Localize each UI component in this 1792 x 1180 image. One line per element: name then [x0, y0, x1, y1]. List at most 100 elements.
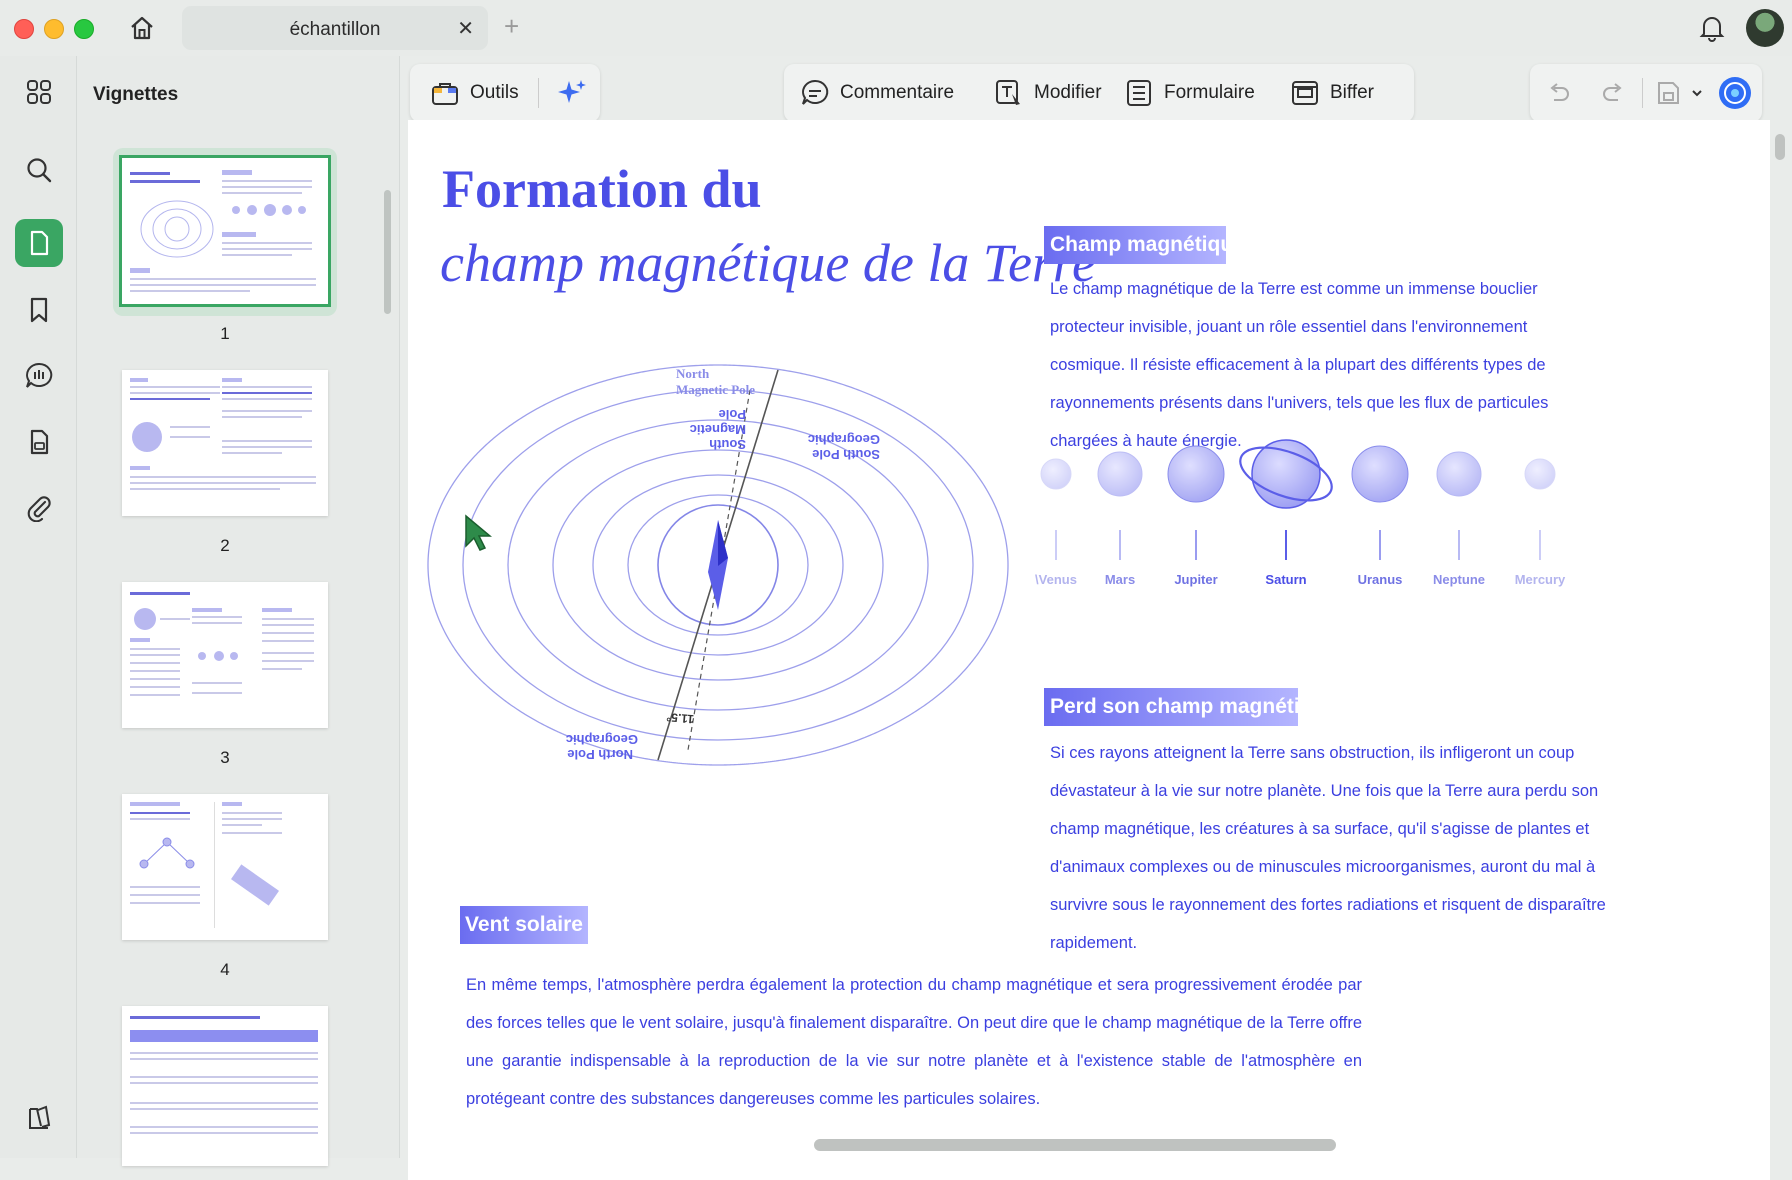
- sparkle-icon: [558, 80, 586, 103]
- thumbnails-title: Vignettes: [93, 84, 179, 105]
- tab-title: échantillon: [289, 19, 381, 40]
- paperclip-icon: [27, 496, 51, 522]
- rail-attachments-page-button[interactable]: [15, 418, 63, 466]
- section-paragraph-champ-magnetique: Le champ magnétique de la Terre est comm…: [1050, 280, 1549, 450]
- notifications-button[interactable]: [1694, 10, 1730, 46]
- minimize-window-button[interactable]: [44, 19, 64, 39]
- document-horizontal-scrollbar[interactable]: [814, 1139, 1336, 1151]
- diagram-label-magnetic: Magnetic: [690, 422, 746, 437]
- diagram-label-geographic-bottom: Geographic: [566, 732, 638, 747]
- section-heading-champ-magnetique: Champ magnétique: [1044, 226, 1226, 264]
- grid-icon: [27, 80, 51, 104]
- rail-thumbnails-button[interactable]: [15, 219, 63, 267]
- planet-tick: [1458, 530, 1460, 560]
- redact-icon: [1292, 81, 1318, 105]
- diagram-label-north: North: [676, 366, 710, 381]
- planets-illustration: [1040, 439, 1556, 509]
- editing-toolbar-group: Commentaire Modifier Formulaire Biffer: [784, 64, 1414, 122]
- thumbnail-image: [122, 582, 328, 728]
- thumbnail-image: [119, 155, 331, 307]
- biffer-button[interactable]: Biffer: [1290, 64, 1374, 122]
- home-button[interactable]: [122, 10, 162, 46]
- planet-label-neptune: Neptune: [1433, 572, 1485, 587]
- redo-icon: [1603, 83, 1622, 101]
- new-tab-button[interactable]: +: [504, 12, 519, 40]
- planet-label-mars: Mars: [1104, 572, 1136, 587]
- thumbnail-image: [122, 370, 328, 516]
- mouse-cursor-icon: [465, 514, 492, 551]
- toolbox-icon: [432, 83, 458, 105]
- section-heading-perd-champ: Perd son champ magnétiqu: [1044, 688, 1298, 726]
- document-page[interactable]: Formation du champ magnétique de la Terr…: [408, 120, 1770, 1180]
- document-vertical-scrollbar[interactable]: [1775, 134, 1785, 160]
- ai-assistant-badge-button[interactable]: [1718, 64, 1752, 122]
- diagram-label-pole: Pole: [719, 407, 746, 422]
- planet-label-mercury: Mercury: [1514, 572, 1566, 587]
- document-title-line1: Formation du: [442, 159, 762, 219]
- close-window-button[interactable]: [14, 19, 34, 39]
- thumbnail-page-1[interactable]: 1: [119, 155, 331, 344]
- save-icon: [1658, 82, 1679, 104]
- thumbnail-page-2[interactable]: 2: [122, 370, 328, 556]
- thumbnail-page-5[interactable]: [122, 1006, 328, 1166]
- comment-icon: [802, 79, 829, 105]
- search-icon: [27, 158, 52, 183]
- diagram-label-south-pole: South Pole: [812, 447, 880, 462]
- tab-close-icon[interactable]: ✕: [457, 16, 474, 41]
- planet-tick: [1195, 530, 1197, 560]
- thumbnail-page-4[interactable]: 4: [122, 794, 328, 980]
- thumbnail-page-3[interactable]: 3: [122, 582, 328, 768]
- form-icon: [1127, 80, 1151, 106]
- thumbnail-page-number: 3: [220, 748, 230, 767]
- rail-bottom-button[interactable]: [15, 1094, 63, 1142]
- rail-comments-button[interactable]: [15, 352, 63, 400]
- rail-search-button[interactable]: [15, 146, 63, 194]
- planet-label-saturn: Saturn: [1265, 572, 1307, 587]
- ai-assistant-button[interactable]: [556, 64, 588, 122]
- rail-apps-button[interactable]: [15, 68, 63, 116]
- undo-icon: [1550, 83, 1569, 101]
- save-button[interactable]: [1654, 64, 1682, 122]
- planet-tick: [1119, 530, 1121, 560]
- modifier-button[interactable]: Modifier: [994, 64, 1102, 122]
- biffer-label: Biffer: [1330, 82, 1375, 103]
- thumbnail-page-number: 1: [220, 324, 230, 343]
- section-paragraph-vent-solaire: En même temps, l'atmosphère perdra égale…: [466, 976, 1362, 1108]
- document-tab[interactable]: échantillon ✕: [182, 6, 488, 50]
- planet-label-uranus: Uranus: [1357, 572, 1403, 587]
- diagram-label-angle: 11.5°: [666, 710, 695, 726]
- commentaire-label: Commentaire: [840, 82, 955, 103]
- planet-tick: [1285, 530, 1287, 560]
- diagram-label-north-pole: North Pole: [567, 747, 633, 762]
- thumbnail-image: [122, 794, 328, 940]
- rail-bookmarks-button[interactable]: [15, 286, 63, 334]
- edit-text-icon: [996, 80, 1020, 105]
- formulaire-label: Formulaire: [1164, 82, 1255, 103]
- commentaire-button[interactable]: Commentaire: [800, 64, 954, 122]
- bell-icon: [1699, 17, 1725, 42]
- thumbnail-image: [122, 1006, 328, 1166]
- section-heading-vent-solaire: Vent solaire: [460, 906, 588, 944]
- library-icon: [29, 1105, 51, 1129]
- tools-toolbar-group: Outils: [410, 64, 600, 122]
- thumbnails-scrollbar[interactable]: [382, 134, 392, 1154]
- page-icon: [30, 230, 49, 256]
- thumbnails-scrollbar-thumb[interactable]: [384, 190, 391, 314]
- redo-button[interactable]: [1600, 64, 1626, 122]
- planet-tick: [1539, 530, 1541, 560]
- formulaire-button[interactable]: Formulaire: [1124, 64, 1255, 122]
- planet-tick: [1055, 530, 1057, 560]
- outils-button[interactable]: Outils: [430, 64, 519, 122]
- thumbnail-page-number: 4: [220, 960, 230, 979]
- undo-button[interactable]: [1546, 64, 1572, 122]
- history-toolbar-group: [1530, 64, 1762, 122]
- section-paragraph-perd-champ: Si ces rayons atteignent la Terre sans o…: [1050, 744, 1606, 952]
- diagram-label-geographic-top: Geographic: [808, 432, 880, 447]
- document-title-line2: champ magnétique de la Terre: [440, 233, 1096, 293]
- avatar[interactable]: [1746, 9, 1784, 47]
- rail-attachment-button[interactable]: [15, 484, 63, 532]
- save-options-dropdown[interactable]: [1690, 64, 1704, 122]
- chevron-down-icon: [1692, 90, 1702, 97]
- comments-icon: [26, 362, 53, 388]
- zoom-window-button[interactable]: [74, 19, 94, 39]
